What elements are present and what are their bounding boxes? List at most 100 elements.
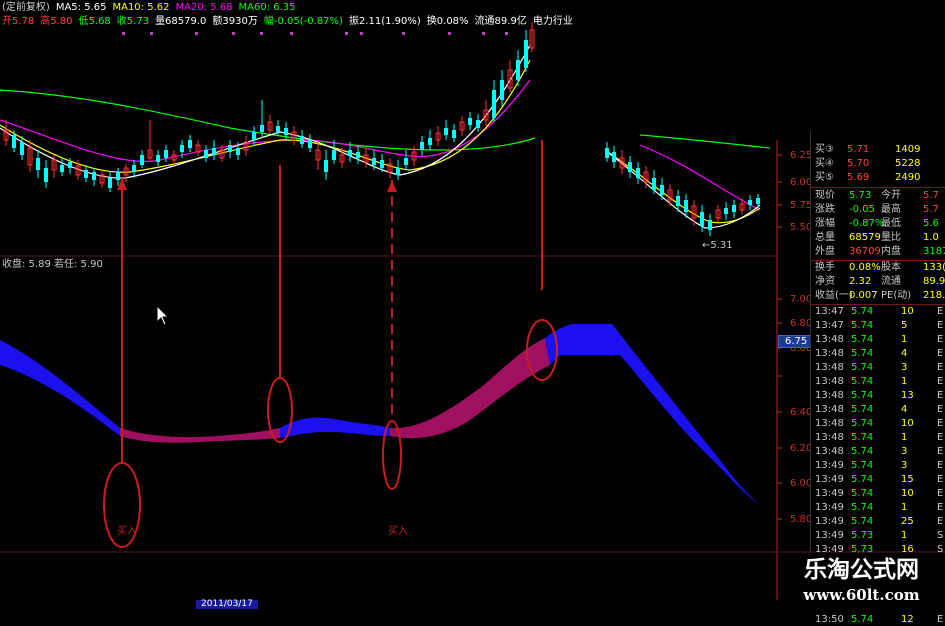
main-axis-tick-1: 6.00 bbox=[790, 177, 813, 188]
tick-row-10-cell: 13:48 bbox=[815, 446, 844, 457]
main-axis-tick-0: 6.25 bbox=[790, 150, 813, 161]
tick-row-4-cell: 3 bbox=[901, 362, 908, 373]
tick-row-15-cell: 13:49 bbox=[815, 516, 844, 527]
stat-row-6-cell: 2.32 bbox=[849, 276, 872, 287]
candle-body bbox=[68, 162, 72, 168]
indicator-axis-tick-3: 6.40 bbox=[790, 407, 813, 418]
tick-row-5: 13:48 5.74 1 E bbox=[811, 376, 945, 388]
watermark-title: 乐淘公式网 bbox=[804, 556, 919, 583]
candle-body bbox=[476, 120, 480, 128]
stat-row-1-cell: 最高 bbox=[881, 204, 901, 215]
mouse-cursor-icon bbox=[156, 304, 170, 326]
candle-body bbox=[60, 165, 64, 172]
candle-body bbox=[332, 150, 336, 160]
tick-row-14-cell: E bbox=[937, 502, 944, 513]
candle-body bbox=[652, 178, 656, 190]
stat-row-2-cell: 5.6 bbox=[923, 218, 939, 229]
tick-row-2-cell: 1 bbox=[901, 334, 908, 345]
moving-average-lines bbox=[0, 44, 771, 229]
tick-row-1-cell: 5.74 bbox=[851, 320, 874, 331]
tick-row-6-cell: E bbox=[937, 390, 944, 401]
indicator-bands bbox=[0, 324, 760, 505]
stat-row-1-cell: -0.05 bbox=[849, 204, 875, 215]
stat-row-7-cell: 0.007 bbox=[849, 290, 878, 301]
candle-body bbox=[188, 140, 192, 148]
event-marker bbox=[360, 32, 363, 35]
tick-row-3-cell: 5.74 bbox=[851, 348, 874, 359]
candle-body bbox=[700, 212, 704, 226]
tick-row-0-cell: E bbox=[937, 306, 944, 317]
tick-row-9-cell: E bbox=[937, 432, 944, 443]
stat-row-7-cell: 218. bbox=[923, 290, 945, 301]
candle-body bbox=[348, 150, 352, 156]
tick-row-13-cell: 5.74 bbox=[851, 488, 874, 499]
tick-row-2: 13:48 5.74 1 E bbox=[811, 334, 945, 346]
stat-row-2: 涨幅 -0.87% 最低 5.6 bbox=[811, 218, 945, 230]
stat-row-0-cell: 现价 bbox=[815, 190, 835, 201]
blue-band-segment bbox=[545, 324, 760, 505]
tick-row-4-cell: E bbox=[937, 362, 944, 373]
tick-row-11-cell: 5.74 bbox=[851, 460, 874, 471]
tick-row-5-cell: 13:48 bbox=[815, 376, 844, 387]
tick-row-6-cell: 13:48 bbox=[815, 390, 844, 401]
indicator-axis-tick-6: 5.80 bbox=[790, 514, 813, 525]
stat-row-7-cell: 收益(一) bbox=[815, 290, 853, 301]
tick-row-13-cell: E bbox=[937, 488, 944, 499]
candle-body bbox=[300, 136, 304, 144]
quote-panel: 买③ 5.71 1409 买④ 5.70 5228 买⑤ 5.69 2490 现价 5.73 今开 5.… bbox=[810, 131, 945, 625]
tick-row-16-cell: 13:49 bbox=[815, 530, 844, 541]
tick-row-11-cell: 13:49 bbox=[815, 460, 844, 471]
candle-body bbox=[628, 162, 632, 172]
stat-row-3-cell: 量比 bbox=[881, 232, 901, 243]
stat-row-5-cell: 133( bbox=[923, 262, 945, 273]
tick-row-2-cell: 5.74 bbox=[851, 334, 874, 345]
bid-row-2-cell: 2490 bbox=[895, 172, 921, 183]
stat-row-6-cell: 净资 bbox=[815, 276, 835, 287]
stat-row-4-cell: 3187 bbox=[923, 246, 945, 257]
tick-row-4-cell: 13:48 bbox=[815, 362, 844, 373]
stat-row-5: 换手 0.08% 股本 133( bbox=[811, 262, 945, 274]
tick-row-0-cell: 5.74 bbox=[851, 306, 874, 317]
bid-row-0-cell: 买③ bbox=[815, 144, 834, 155]
tick-row-7: 13:48 5.74 4 E bbox=[811, 404, 945, 416]
ma5-line bbox=[0, 44, 531, 179]
blue-band-segment bbox=[0, 340, 120, 436]
tick-row-4-cell: 5.74 bbox=[851, 362, 874, 373]
main-axis-tick-2: 5.75 bbox=[790, 200, 813, 211]
tick-row-14: 13:49 5.74 1 E bbox=[811, 502, 945, 514]
candle-body bbox=[116, 172, 120, 180]
candle-body bbox=[92, 172, 96, 180]
stat-row-3-cell: 总量 bbox=[815, 232, 835, 243]
tick-row-10-cell: 5.74 bbox=[851, 446, 874, 457]
event-marker bbox=[482, 32, 485, 35]
tick-row-14-cell: 13:49 bbox=[815, 502, 844, 513]
candle-body bbox=[180, 145, 184, 152]
tick-row-1-cell: E bbox=[937, 320, 944, 331]
stat-row-2-cell: 最低 bbox=[881, 218, 901, 229]
tick-row-0-cell: 13:47 bbox=[815, 306, 844, 317]
tick-row-12-cell: 5.74 bbox=[851, 474, 874, 485]
candle-body bbox=[708, 220, 712, 230]
candle-body bbox=[308, 140, 312, 148]
candle-body bbox=[452, 130, 456, 138]
tick-row-11: 13:49 5.74 3 E bbox=[811, 460, 945, 472]
bid-row-2-cell: 5.69 bbox=[847, 172, 870, 183]
tick-row-22-cell: 13:50 bbox=[815, 614, 844, 625]
bid-row-0-cell: 5.71 bbox=[847, 144, 870, 155]
tick-row-22-cell: 5.74 bbox=[851, 614, 874, 625]
stat-row-4-cell: 36709 bbox=[849, 246, 881, 257]
candle-body bbox=[516, 60, 520, 80]
tick-row-0-cell: 10 bbox=[901, 306, 914, 317]
buy-annotations bbox=[103, 140, 558, 548]
candle-body bbox=[44, 168, 48, 182]
tick-row-15-cell: 5.74 bbox=[851, 516, 874, 527]
candle-body bbox=[228, 145, 232, 152]
tick-row-16: 13:49 5.73 1 S bbox=[811, 530, 945, 542]
tick-row-8-cell: 10 bbox=[901, 418, 914, 429]
tick-row-10-cell: 3 bbox=[901, 446, 908, 457]
candle-body bbox=[756, 198, 760, 204]
tick-row-1-cell: 13:47 bbox=[815, 320, 844, 331]
indicator-axis-tick-5: 6.00 bbox=[790, 478, 813, 489]
tick-row-8-cell: 5.74 bbox=[851, 418, 874, 429]
main-axis-tick-3: 5.50 bbox=[790, 222, 813, 233]
